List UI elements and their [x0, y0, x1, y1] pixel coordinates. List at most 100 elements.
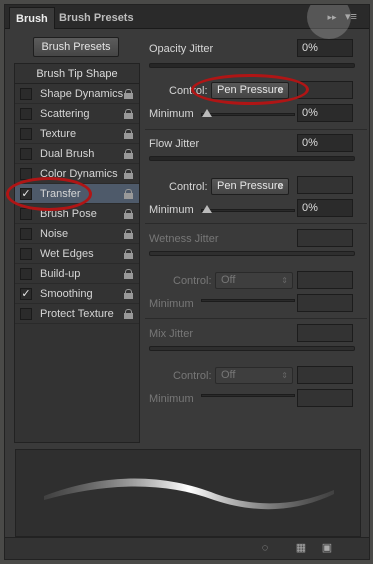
- option-label: Shape Dynamics: [40, 88, 124, 100]
- control-label: Control:: [173, 370, 212, 382]
- divider: [145, 318, 367, 319]
- checkbox[interactable]: [20, 128, 32, 140]
- checkbox[interactable]: [20, 88, 32, 100]
- flow-minimum-input[interactable]: 0%: [297, 199, 353, 217]
- option-label: Scattering: [40, 108, 90, 120]
- lock-icon[interactable]: [124, 149, 133, 159]
- left-column: Brush Presets Brush Tip Shape Shape Dyna…: [6, 33, 140, 443]
- flow-control-select[interactable]: Pen Pressure ⇕: [211, 178, 289, 195]
- slider-thumb[interactable]: [202, 109, 212, 117]
- control-label: Control:: [169, 181, 208, 193]
- select-arrow-icon: ⇕: [277, 182, 284, 191]
- option-texture[interactable]: Texture: [15, 124, 139, 144]
- wetness-minimum-input: [297, 294, 353, 312]
- lock-icon[interactable]: [124, 89, 133, 99]
- mix-jitter-slider: [149, 346, 355, 351]
- empty-field: [297, 271, 353, 289]
- lock-icon[interactable]: [124, 209, 133, 219]
- lock-icon[interactable]: [124, 309, 133, 319]
- tab-bar: Brush Brush Presets ▸▸ ▾≡: [5, 5, 369, 39]
- option-protect-texture[interactable]: Protect Texture: [15, 304, 139, 324]
- checkbox[interactable]: [20, 308, 32, 320]
- lock-icon[interactable]: [124, 129, 133, 139]
- minimum-label: Minimum: [149, 298, 194, 310]
- option-shape-dynamics[interactable]: Shape Dynamics: [15, 84, 139, 104]
- tab-brush-presets[interactable]: Brush Presets: [53, 7, 140, 29]
- divider: [145, 223, 367, 224]
- brush-panel: Brush Brush Presets ▸▸ ▾≡ Brush Presets …: [4, 4, 370, 560]
- divider: [145, 129, 367, 130]
- select-value: Off: [221, 369, 236, 381]
- annotation-circle-transfer: [6, 177, 92, 211]
- control-label: Control:: [173, 275, 212, 287]
- lock-icon[interactable]: [124, 229, 133, 239]
- wetness-jitter-title: Wetness Jitter: [149, 233, 219, 245]
- flow-jitter-input[interactable]: 0%: [297, 134, 353, 152]
- option-label: Wet Edges: [40, 248, 94, 260]
- mix-minimum-input: [297, 389, 353, 407]
- minimum-label: Minimum: [149, 204, 194, 216]
- new-preset-icon[interactable]: ▣: [319, 541, 335, 555]
- lock-icon[interactable]: [124, 269, 133, 279]
- option-label: Noise: [40, 228, 69, 240]
- lock-icon[interactable]: [124, 189, 133, 199]
- opacity-jitter-title: Opacity Jitter: [149, 43, 214, 55]
- flow-minimum-slider[interactable]: [201, 205, 295, 213]
- opacity-jitter-slider[interactable]: [149, 63, 355, 68]
- checkbox[interactable]: [20, 248, 32, 260]
- annotation-circle-pen-pressure: [191, 74, 309, 105]
- collapse-icon[interactable]: ▸▸: [325, 10, 339, 24]
- flow-jitter-slider[interactable]: [149, 156, 355, 161]
- checkbox[interactable]: [20, 268, 32, 280]
- empty-field: [297, 366, 353, 384]
- flow-jitter-title: Flow Jitter: [149, 138, 200, 150]
- select-value: Off: [221, 274, 236, 286]
- option-wet-edges[interactable]: Wet Edges: [15, 244, 139, 264]
- lock-icon[interactable]: [124, 169, 133, 179]
- checkbox[interactable]: [20, 228, 32, 240]
- brush-tip-shape-item[interactable]: Brush Tip Shape: [15, 64, 139, 84]
- toggle-live-tip-icon[interactable]: ◌: [257, 541, 273, 555]
- option-smoothing[interactable]: ✓ Smoothing: [15, 284, 139, 304]
- option-build-up[interactable]: Build-up: [15, 264, 139, 284]
- checkbox[interactable]: [20, 208, 32, 220]
- option-noise[interactable]: Noise: [15, 224, 139, 244]
- opacity-jitter-input[interactable]: 0%: [297, 39, 353, 57]
- lock-icon[interactable]: [124, 109, 133, 119]
- opacity-minimum-input[interactable]: 0%: [297, 104, 353, 122]
- tab-brush[interactable]: Brush: [9, 7, 55, 29]
- option-scattering[interactable]: Scattering: [15, 104, 139, 124]
- grid-icon[interactable]: ▦: [293, 541, 309, 555]
- wetness-jitter-slider: [149, 251, 355, 256]
- mix-control-select: Off ⇕: [215, 367, 293, 384]
- brush-options-list: Brush Tip Shape Shape Dynamics Scatterin…: [14, 63, 140, 443]
- brush-presets-button[interactable]: Brush Presets: [33, 37, 119, 57]
- mix-jitter-title: Mix Jitter: [149, 328, 193, 340]
- lock-icon[interactable]: [124, 289, 133, 299]
- mix-minimum-slider: [201, 394, 295, 397]
- minimum-label: Minimum: [149, 108, 194, 120]
- option-dual-brush[interactable]: Dual Brush: [15, 144, 139, 164]
- bottom-toolbar: ◌ ▦ ▣: [5, 537, 369, 559]
- wetness-jitter-input: [297, 229, 353, 247]
- option-label: Protect Texture: [40, 308, 114, 320]
- checkbox[interactable]: ✓: [20, 288, 32, 300]
- option-label: Smoothing: [40, 288, 93, 300]
- empty-field: [297, 176, 353, 194]
- option-label: Build-up: [40, 268, 81, 280]
- select-arrow-icon: ⇕: [281, 371, 288, 380]
- select-value: Pen Pressure: [217, 180, 284, 192]
- settings-column: Opacity Jitter 0% Control: Pen Pressure …: [145, 33, 367, 443]
- option-label: Dual Brush: [40, 148, 95, 160]
- minimum-label: Minimum: [149, 393, 194, 405]
- option-label: Texture: [40, 128, 77, 140]
- lock-icon[interactable]: [124, 249, 133, 259]
- slider-thumb[interactable]: [202, 205, 212, 213]
- panel-menu-icon[interactable]: ▾≡: [343, 10, 359, 24]
- opacity-minimum-slider[interactable]: [201, 109, 295, 117]
- wetness-minimum-slider: [201, 299, 295, 302]
- wetness-control-select: Off ⇕: [215, 272, 293, 289]
- checkbox[interactable]: [20, 148, 32, 160]
- checkbox[interactable]: [20, 108, 32, 120]
- brush-stroke-preview: [15, 449, 361, 537]
